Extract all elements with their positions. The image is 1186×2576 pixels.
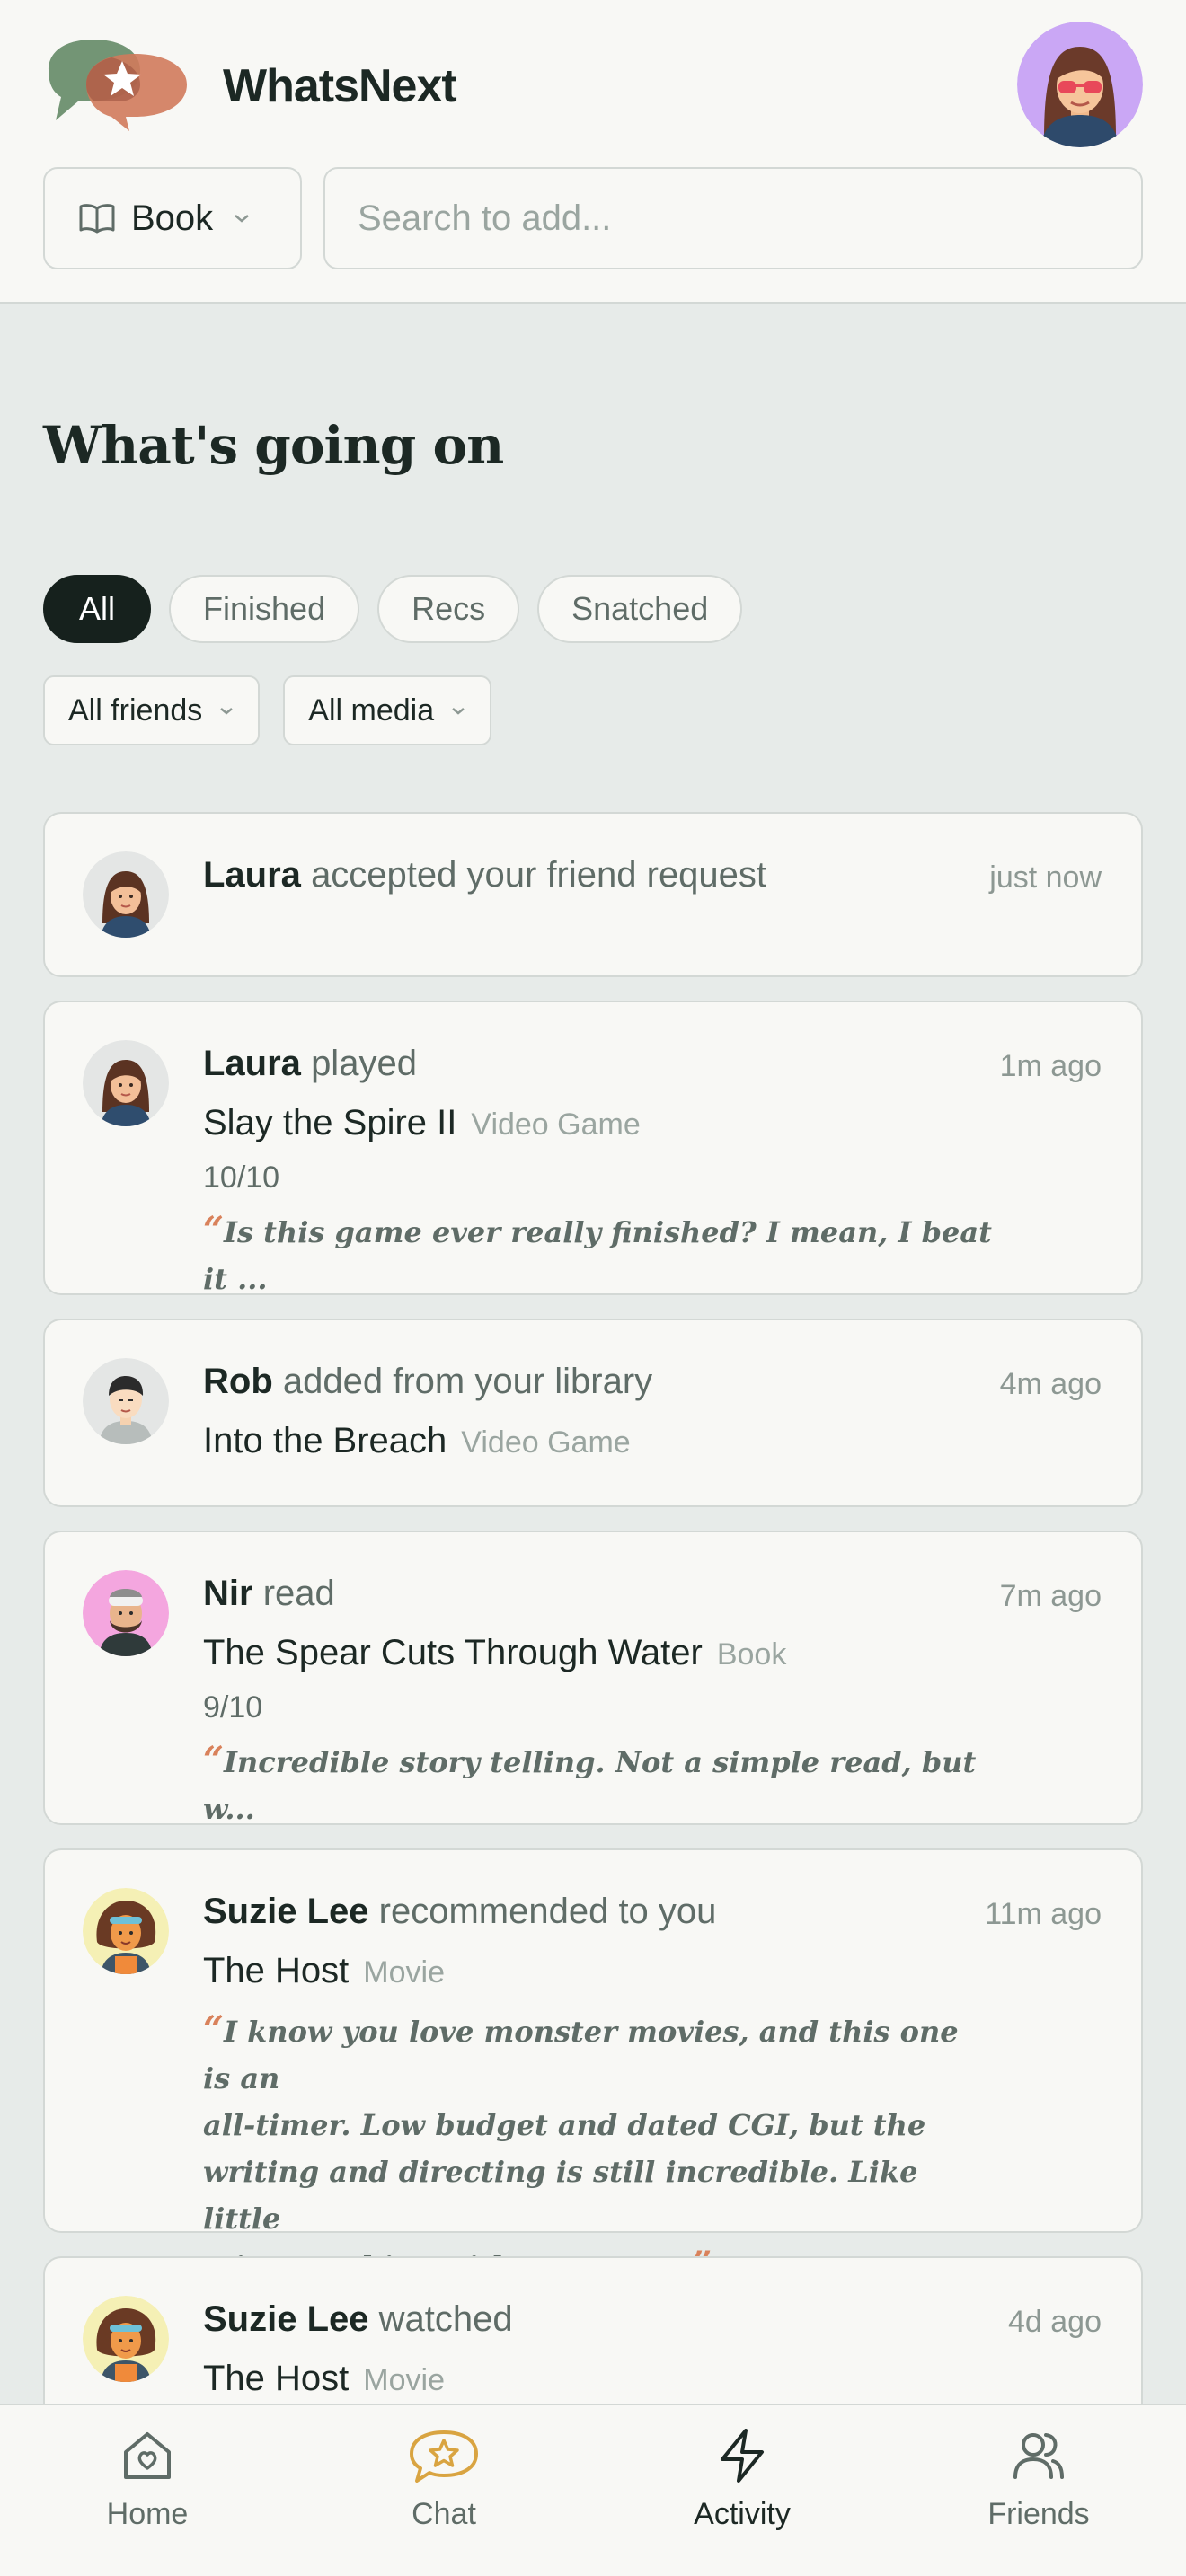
search-input[interactable] — [323, 167, 1143, 269]
media-type: Book — [716, 1637, 787, 1672]
timestamp: 11m ago — [985, 1897, 1102, 1931]
friend-avatar-suzie-lee[interactable] — [83, 1888, 169, 1974]
lightning-icon — [721, 2429, 764, 2483]
activity-text: Laura accepted your friend request — [203, 855, 766, 895]
friend-name[interactable]: Rob — [203, 1362, 273, 1401]
friend-name[interactable]: Nir — [203, 1574, 253, 1613]
quote-open-mark: “ — [203, 1739, 225, 1781]
review-quote: “Is this game ever really finished? I me… — [203, 1207, 994, 1302]
media-title[interactable]: Into the Breach — [203, 1421, 447, 1460]
media-filter[interactable]: All media — [283, 675, 492, 745]
timestamp: 4d ago — [1008, 2305, 1102, 2339]
friend-name[interactable]: Suzie Lee — [203, 2299, 369, 2339]
timestamp: 4m ago — [999, 1367, 1102, 1401]
app-title: WhatsNext — [223, 60, 457, 112]
media-title[interactable]: The Host — [203, 1951, 349, 1990]
quote-open-mark: “ — [203, 2008, 225, 2051]
app-header: WhatsNext Book — [0, 0, 1186, 304]
page-title: What's going on — [43, 415, 504, 476]
media-title[interactable]: The Spear Cuts Through Water — [203, 1633, 703, 1672]
friends-icon — [1013, 2433, 1064, 2479]
home-icon — [124, 2432, 171, 2479]
review-text: Incredible story telling. Not a simple r… — [203, 1745, 977, 1826]
media-type-select[interactable]: Book — [43, 167, 302, 269]
activity-action: recommended to you — [378, 1892, 717, 1931]
nav-chat-label: Chat — [412, 2497, 476, 2531]
review-text: Is this game ever really finished? I mea… — [203, 1215, 992, 1296]
review-quote: “Incredible story telling. Not a simple … — [203, 1737, 994, 1832]
activity-text: Suzie Lee recommended to you — [203, 1892, 716, 1932]
media-title-row: Slay the Spire II Video Game — [203, 1103, 641, 1143]
book-icon — [79, 204, 115, 234]
media-type-label: Book — [131, 198, 214, 238]
activity-action: accepted your friend request — [311, 855, 767, 895]
nav-activity[interactable]: Activity — [652, 2427, 832, 2532]
friend-avatar-laura[interactable] — [83, 1040, 169, 1126]
friends-filter[interactable]: All friends — [43, 675, 261, 745]
rating: 9/10 — [203, 1690, 263, 1725]
tab-all[interactable]: All — [43, 575, 152, 643]
friend-avatar-laura[interactable] — [83, 851, 169, 938]
chat-star-icon — [410, 2430, 478, 2483]
timestamp: 7m ago — [999, 1579, 1102, 1613]
rating: 10/10 — [203, 1160, 280, 1195]
nav-friends-label: Friends — [987, 2497, 1090, 2531]
activity-action: played — [311, 1044, 417, 1083]
friend-name[interactable]: Laura — [203, 1044, 301, 1083]
media-title[interactable]: The Host — [203, 2359, 349, 2398]
nav-home-label: Home — [106, 2497, 189, 2531]
activity-filters: All friends All media — [43, 675, 492, 745]
activity-text: Suzie Lee watched — [203, 2299, 513, 2340]
nav-activity-label: Activity — [694, 2497, 791, 2531]
activity-card[interactable]: Rob added from your library 4m ago Into … — [43, 1319, 1143, 1507]
nav-friends[interactable]: Friends — [949, 2427, 1128, 2532]
activity-card[interactable]: Nir read 7m ago The Spear Cuts Through W… — [43, 1531, 1143, 1826]
quote-line: “I know you love monster movies, and thi… — [203, 2008, 959, 2095]
activity-text: Laura played — [203, 1044, 417, 1084]
friends-filter-label: All friends — [68, 693, 203, 728]
chevron-down-icon — [452, 707, 465, 715]
app-logo-icon — [49, 40, 187, 131]
media-title-row: The Host Movie — [203, 1951, 445, 1991]
chevron-down-icon — [235, 215, 249, 223]
friend-name[interactable]: Suzie Lee — [203, 1892, 369, 1931]
chevron-down-icon — [220, 707, 234, 715]
nav-home[interactable]: Home — [58, 2427, 237, 2532]
friend-name[interactable]: Laura — [203, 855, 301, 895]
timestamp: just now — [989, 860, 1102, 895]
tab-recs[interactable]: Recs — [377, 575, 520, 643]
user-avatar[interactable] — [1017, 22, 1143, 147]
friend-avatar-nir[interactable] — [83, 1570, 169, 1656]
activity-card[interactable]: Laura accepted your friend request just … — [43, 812, 1143, 977]
activity-text: Rob added from your library — [203, 1362, 652, 1402]
media-title-row: The Spear Cuts Through Water Book — [203, 1633, 786, 1673]
quote-open-mark: “ — [203, 1209, 225, 1251]
media-title-row: Into the Breach Video Game — [203, 1421, 631, 1461]
activity-action: added from your library — [282, 1362, 653, 1401]
tab-snatched[interactable]: Snatched — [537, 575, 743, 643]
media-type: Video Game — [471, 1107, 641, 1142]
bottom-nav: Home Chat Activity Friends — [0, 2404, 1186, 2576]
friend-avatar-suzie-lee[interactable] — [83, 2296, 169, 2382]
timestamp: 1m ago — [999, 1049, 1102, 1083]
activity-action: watched — [378, 2299, 513, 2339]
activity-card[interactable]: Suzie Lee recommended to you 11m ago The… — [43, 1848, 1143, 2286]
media-title[interactable]: Slay the Spire II — [203, 1103, 456, 1142]
quote-line: all-timer. Low budget and dated CGI, but… — [203, 2108, 926, 2142]
media-type: Movie — [363, 1955, 445, 1989]
quote-line: writing and directing is still incredibl… — [203, 2155, 918, 2236]
recommendation-quote: “I know you love monster movies, and thi… — [203, 2007, 994, 2290]
media-filter-label: All media — [308, 693, 435, 728]
activity-card[interactable]: Laura played 1m ago Slay the Spire II Vid… — [43, 1001, 1143, 1296]
activity-text: Nir read — [203, 1574, 335, 1614]
media-type: Movie — [363, 2363, 445, 2397]
media-type: Video Game — [461, 1425, 631, 1460]
activity-action: read — [262, 1574, 335, 1613]
nav-chat[interactable]: Chat — [354, 2427, 534, 2532]
friend-avatar-rob[interactable] — [83, 1358, 169, 1444]
media-title-row: The Host Movie — [203, 2359, 445, 2399]
tab-finished[interactable]: Finished — [169, 575, 360, 643]
activity-tabs: All Finished Recs Snatched — [43, 575, 743, 643]
